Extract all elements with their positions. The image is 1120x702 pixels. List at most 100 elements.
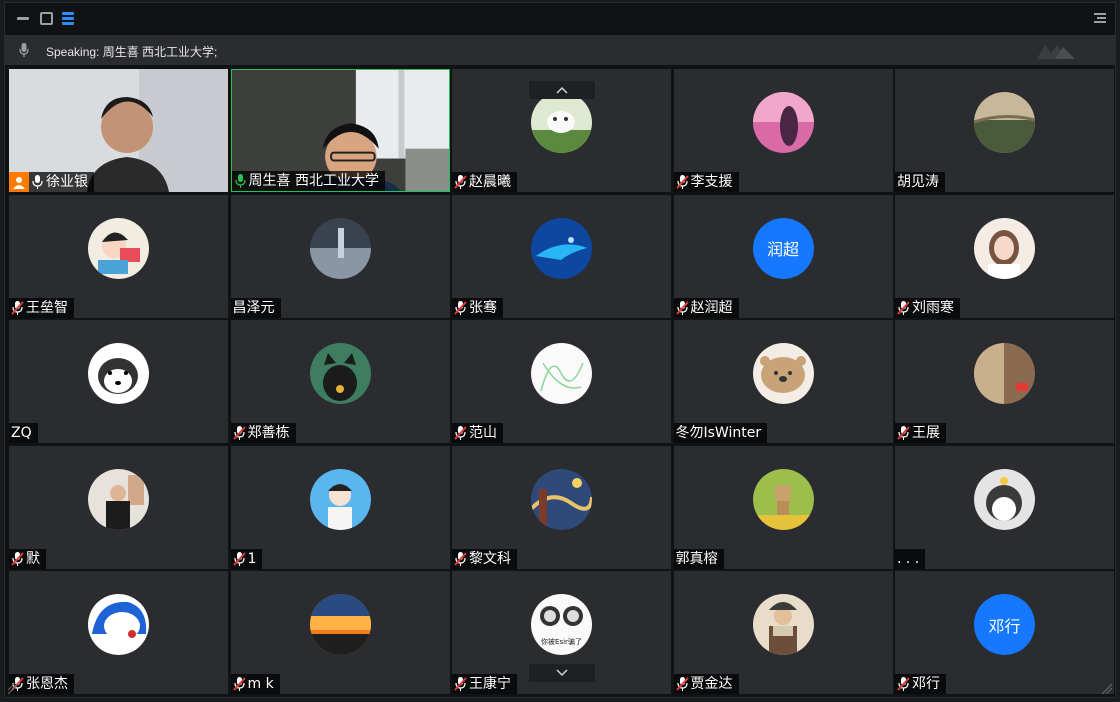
participant-name-bar: 1 xyxy=(230,548,263,569)
avatar xyxy=(974,217,1035,279)
microphone-muted-icon xyxy=(454,175,467,189)
chevron-up-icon xyxy=(556,86,568,94)
participant-tile[interactable]: 王展 xyxy=(895,320,1114,443)
participant-tile[interactable]: 刘雨寒 xyxy=(895,194,1114,318)
microphone-muted-icon xyxy=(454,677,467,691)
silhouette-pink-avatar-image xyxy=(752,92,814,153)
participant-name: m k xyxy=(247,676,274,692)
participant-name: 贾金达 xyxy=(690,676,733,692)
speaking-indicator: Speaking: 周生喜 西北工业大学; xyxy=(46,45,218,59)
participant-tile[interactable]: 范山 xyxy=(452,320,671,443)
participant-name-bar: 默 xyxy=(9,548,46,569)
participant-name-bar: 周生喜 西北工业大学 xyxy=(231,171,385,191)
participant-tile[interactable]: 冬勿IsWinter xyxy=(673,320,893,443)
microphone-muted-icon xyxy=(11,551,24,566)
participant-tile[interactable]: 郭真榕 xyxy=(673,445,893,569)
participant-name-bar: 郭真榕 xyxy=(673,548,724,569)
participant-tile[interactable]: 徐业银 xyxy=(9,69,228,192)
minimize-icon[interactable] xyxy=(16,11,30,25)
participant-name: 1 xyxy=(247,550,257,567)
participant-name-bar: 郑善栋 xyxy=(230,423,296,443)
participant-name-bar: 徐业银 xyxy=(9,172,94,192)
microphone-muted-icon xyxy=(675,175,689,189)
resize-handle-icon[interactable] xyxy=(1102,684,1112,694)
participant-tile[interactable]: 周生喜 西北工业大学 xyxy=(230,69,450,192)
avatar: 邓行 xyxy=(974,594,1035,655)
avatar xyxy=(309,468,371,530)
maximize-icon[interactable] xyxy=(39,11,53,25)
dog-icon xyxy=(531,92,592,153)
meme-avatar-image: 你被Esir骗了 xyxy=(531,594,592,655)
participant-tile[interactable]: 郑善栋 xyxy=(230,320,450,443)
participant-grid: 徐业银 周生喜 西北工业大学 赵晨曦 李支援 胡见涛 王垒智 昌泽元 张骞 润超 赵润超 刘雨寒 ZQ… xyxy=(9,69,1115,697)
avatar xyxy=(88,217,149,279)
microphone-icon xyxy=(32,175,43,189)
participant-name: 黎文科 xyxy=(469,550,511,567)
participant-name-bar: 李支援 xyxy=(673,172,739,192)
participant-tile[interactable]: 邓行 邓行 xyxy=(895,571,1114,694)
avatar xyxy=(309,217,371,279)
speaking-bar: Speaking: 周生喜 西北工业大学; xyxy=(5,35,1115,65)
host-icon xyxy=(9,172,29,192)
participant-tile[interactable]: 李支援 xyxy=(673,69,893,192)
participant-name: 周生喜 西北工业大学 xyxy=(248,173,379,189)
avatar xyxy=(531,468,592,530)
microphone-icon xyxy=(19,43,29,57)
bear-avatar-image xyxy=(752,343,814,404)
participant-tile[interactable]: 张恩杰 xyxy=(9,571,228,694)
avatar xyxy=(309,343,371,404)
participant-name-bar: 王康宁 xyxy=(452,674,517,694)
participant-name: 王展 xyxy=(912,425,940,441)
avatar xyxy=(531,92,592,153)
participant-name-bar: ZQ xyxy=(9,423,38,443)
avatar xyxy=(974,343,1035,404)
participant-tile[interactable]: m k xyxy=(230,571,450,694)
participant-name: 胡见涛 xyxy=(897,174,939,190)
participant-tile[interactable]: 贾金达 xyxy=(673,571,893,694)
participant-name: . . . xyxy=(897,550,920,567)
cartoon-avatar-image xyxy=(88,217,149,279)
participant-name-bar: 张恩杰 xyxy=(9,674,74,694)
husky-cartoon-avatar-image xyxy=(88,343,149,404)
sunset-avatar-image xyxy=(309,594,371,655)
scroll-down-button[interactable] xyxy=(529,664,595,682)
sketch-avatar-image xyxy=(531,343,592,404)
participant-tile[interactable]: 王垒智 xyxy=(9,194,228,318)
participant-name: 王康宁 xyxy=(469,676,511,692)
participant-name-bar: 范山 xyxy=(452,423,503,443)
participant-tile[interactable]: 1 xyxy=(230,445,450,569)
participant-tile[interactable]: 默 xyxy=(9,445,228,569)
microphone-muted-icon xyxy=(11,300,24,315)
microphone-muted-icon xyxy=(897,426,910,440)
participant-tile[interactable]: ZQ xyxy=(9,320,228,443)
participant-name-bar: 张骞 xyxy=(452,297,503,318)
boy-blue-avatar-image xyxy=(309,468,371,530)
participant-tile[interactable]: . . . xyxy=(895,445,1114,569)
participant-name: 张恩杰 xyxy=(26,676,68,692)
participant-tile[interactable]: 润超 赵润超 xyxy=(673,194,893,318)
gallery-view-icon[interactable] xyxy=(61,11,75,25)
avatar xyxy=(88,343,149,404)
microphone-muted-icon xyxy=(454,300,467,315)
ocean-avatar-image xyxy=(531,217,592,279)
microphone-icon xyxy=(234,174,246,188)
participant-tile[interactable]: 胡见涛 xyxy=(895,69,1114,192)
participant-name: 王垒智 xyxy=(26,299,68,316)
avatar xyxy=(752,92,814,153)
microphone-muted-icon xyxy=(675,677,689,691)
avatar-caption: 你被Esir骗了 xyxy=(541,637,582,646)
participant-name: 郑善栋 xyxy=(247,425,290,441)
participant-tile[interactable]: 昌泽元 xyxy=(230,194,450,318)
participant-name-bar: 贾金达 xyxy=(673,674,739,694)
participant-tile[interactable]: 黎文科 xyxy=(452,445,671,569)
girl-avatar-image xyxy=(974,217,1035,279)
scroll-up-button[interactable] xyxy=(529,81,595,99)
microphone-muted-icon xyxy=(897,300,910,315)
participant-name: 刘雨寒 xyxy=(912,299,954,316)
microphone-muted-icon xyxy=(454,551,467,566)
resize-handle-icon[interactable] xyxy=(8,684,18,694)
participant-tile[interactable]: 张骞 xyxy=(452,194,671,318)
mist-avatar-image xyxy=(309,217,371,279)
menu-icon[interactable] xyxy=(1093,11,1107,25)
landscape-avatar-image xyxy=(974,92,1035,153)
